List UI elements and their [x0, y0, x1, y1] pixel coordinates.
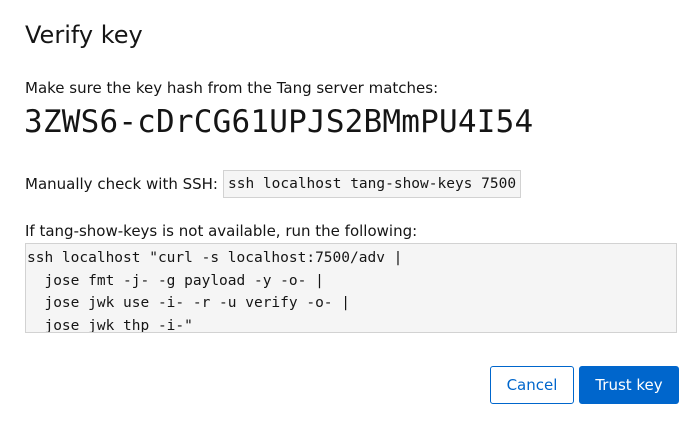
ssh-check-label: Manually check with SSH:	[25, 175, 218, 193]
dialog-title: Verify key	[25, 21, 143, 49]
fallback-prompt: If tang-show-keys is not available, run …	[25, 222, 418, 240]
cancel-button[interactable]: Cancel	[490, 366, 574, 404]
hash-prompt: Make sure the key hash from the Tang ser…	[25, 79, 439, 97]
fallback-command-block: ssh localhost "curl -s localhost:7500/ad…	[25, 243, 677, 333]
code-line: jose jwk use -i- -r -u verify -o- |	[27, 295, 351, 311]
trust-key-button[interactable]: Trust key	[579, 366, 679, 404]
ssh-check-row: Manually check with SSH: ssh localhost t…	[25, 170, 522, 198]
code-line: ssh localhost "curl -s localhost:7500/ad…	[27, 250, 403, 266]
code-line: jose jwk thp -i-"	[27, 317, 193, 333]
ssh-command: ssh localhost tang-show-keys 7500	[222, 170, 522, 198]
verify-key-dialog: Verify key Make sure the key hash from t…	[0, 0, 696, 425]
code-line: jose fmt -j- -g payload -y -o- |	[27, 272, 324, 289]
key-hash-value: 3ZWS6-cDrCG61UPJS2BMmPU4I54	[24, 104, 534, 140]
